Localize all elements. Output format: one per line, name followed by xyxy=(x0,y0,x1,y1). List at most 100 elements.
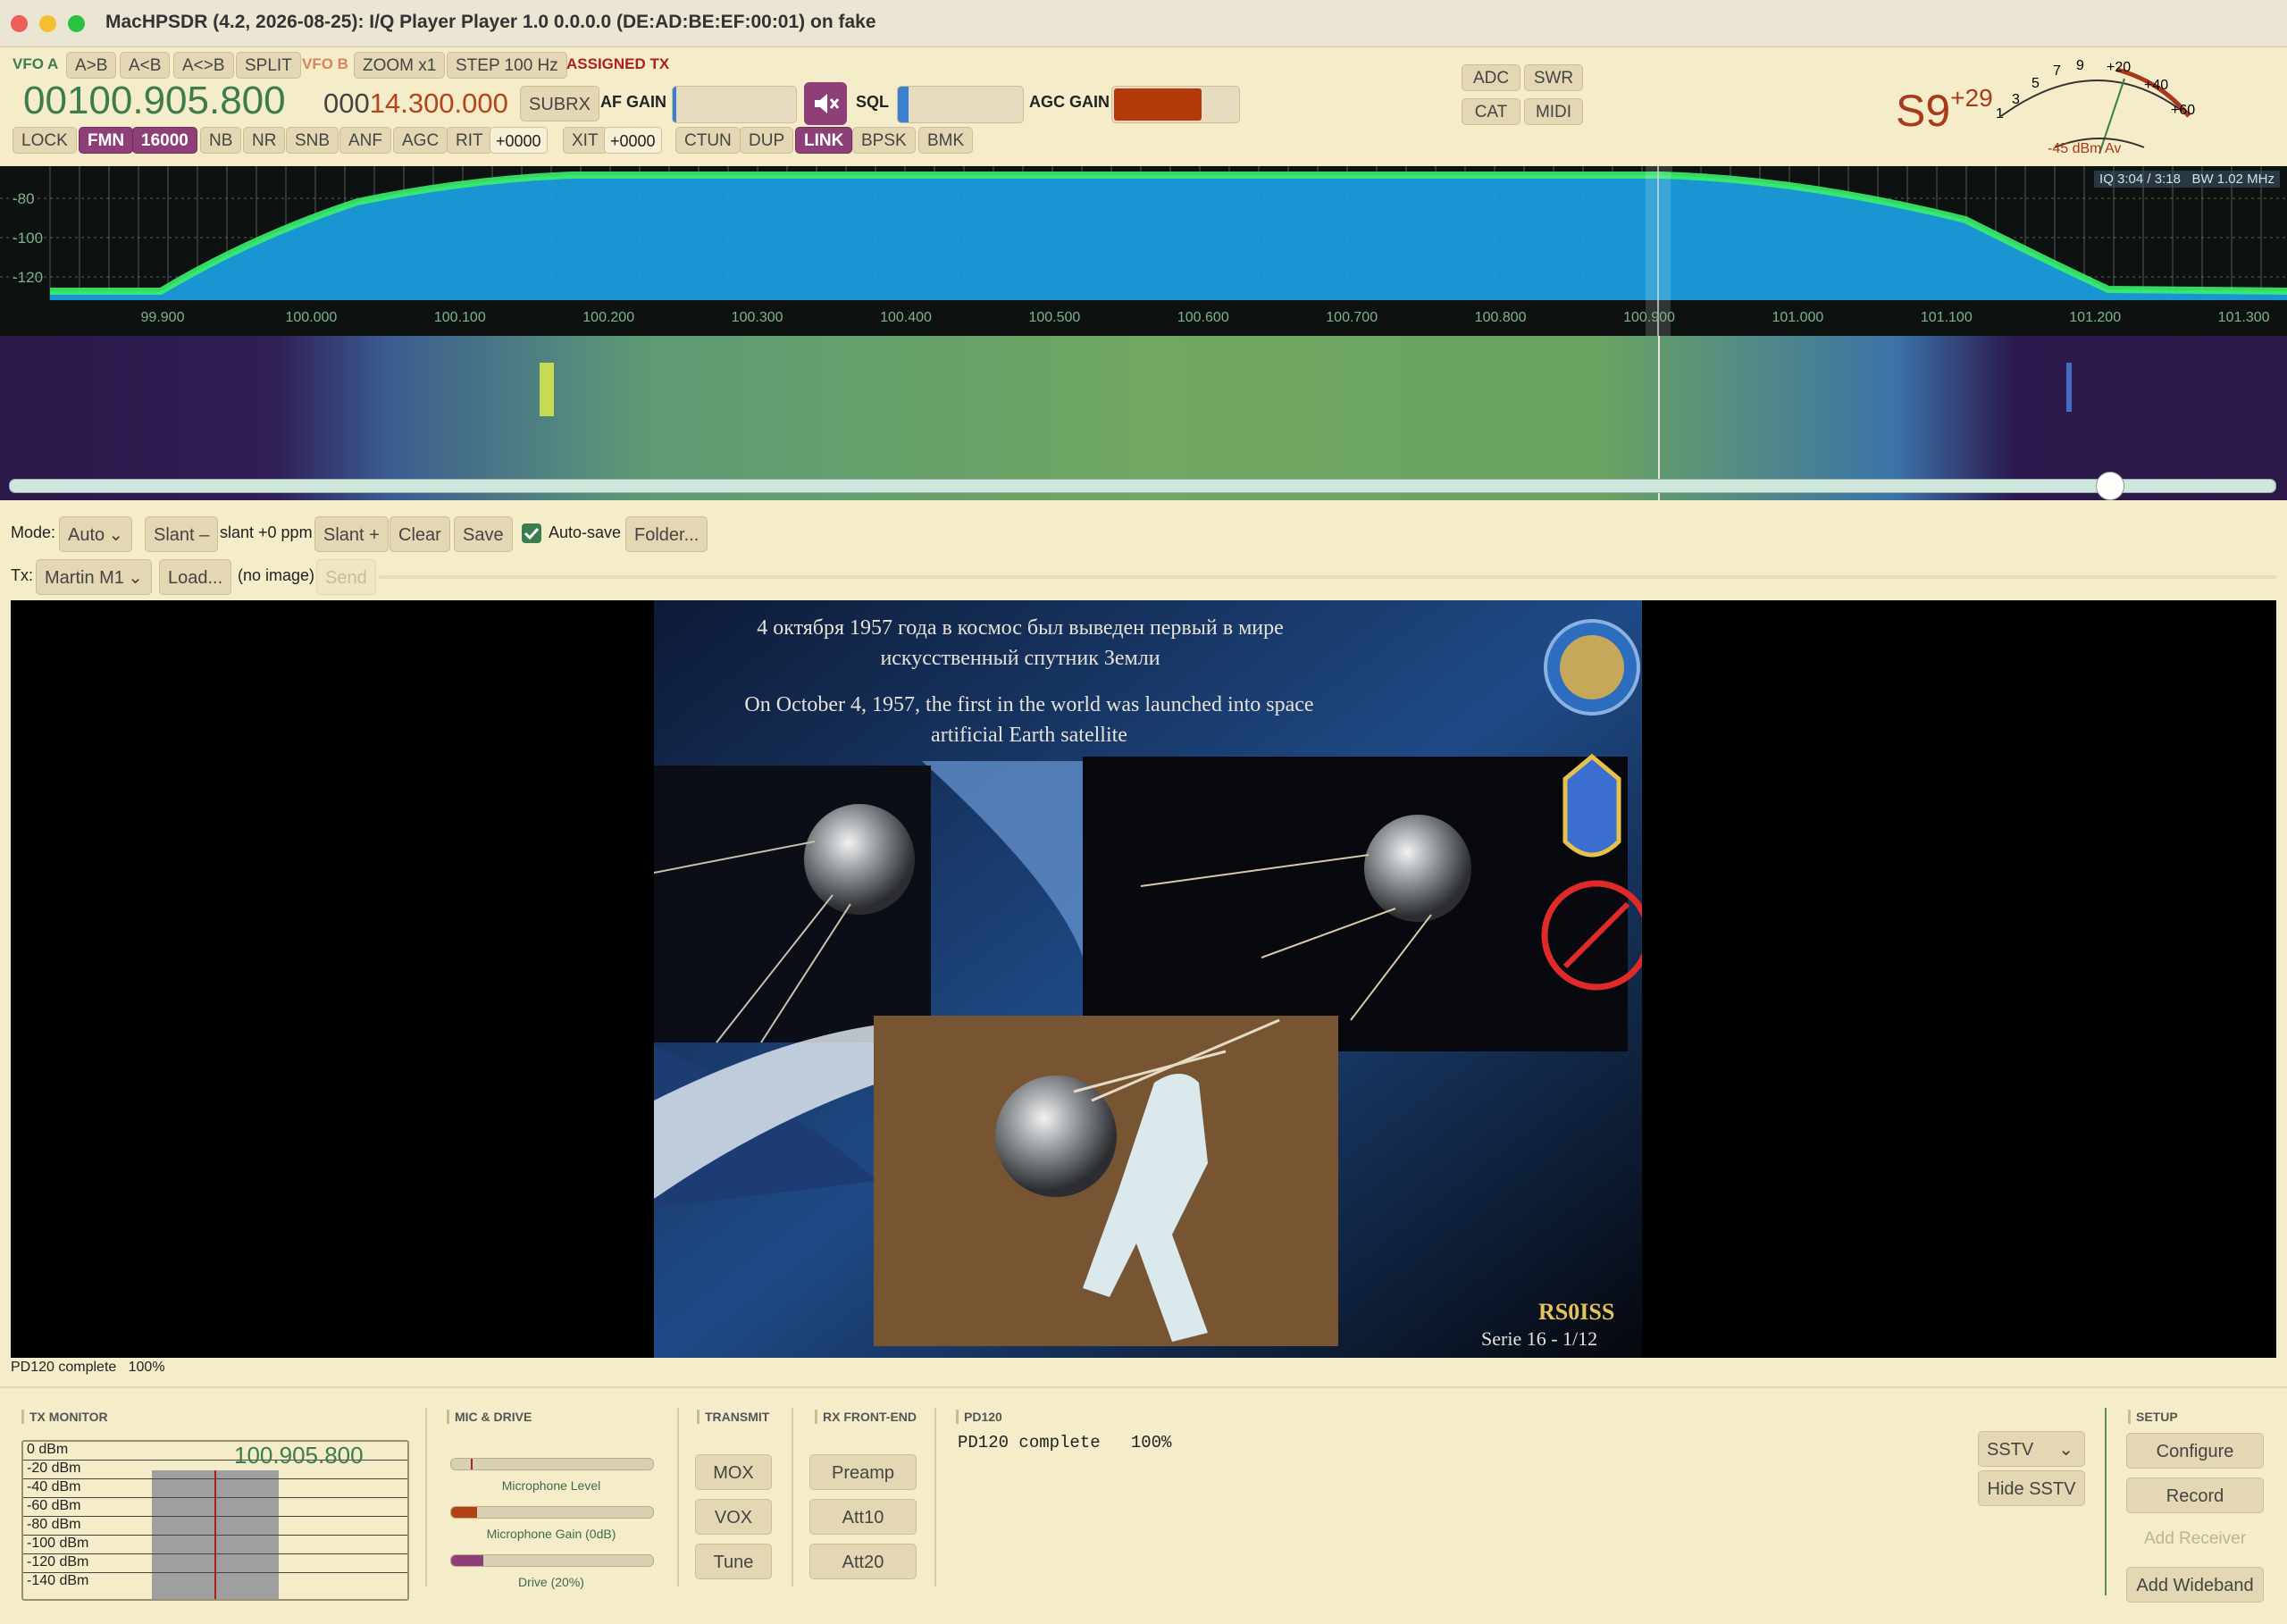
a-swap-b-button[interactable]: A<>B xyxy=(173,52,234,79)
agc-button[interactable]: AGC xyxy=(393,127,448,154)
level-row: -100 dBm xyxy=(23,1536,407,1554)
agc-gain-fill xyxy=(1114,88,1202,121)
frequency-label: 101.300 xyxy=(2218,310,2270,325)
level-row: -60 dBm xyxy=(23,1498,407,1517)
frequency-label: 100.400 xyxy=(880,310,932,325)
link-button[interactable]: LINK xyxy=(795,127,853,154)
swr-button[interactable]: SWR xyxy=(1524,64,1583,91)
lock-button[interactable]: LOCK xyxy=(13,127,77,154)
mic-level-marker xyxy=(471,1459,473,1469)
chevron-down-icon: ⌄ xyxy=(128,568,143,588)
minimize-window-button[interactable] xyxy=(39,15,56,32)
configure-button[interactable]: Configure xyxy=(2126,1433,2264,1469)
vfo-b-frequency[interactable]: 00014.300.000 xyxy=(323,88,508,120)
mic-level-slider[interactable] xyxy=(450,1458,654,1470)
mic-level-label: Microphone Level xyxy=(501,1478,601,1493)
frequency-label: 101.100 xyxy=(1921,310,1973,325)
sql-fill xyxy=(898,87,909,122)
anf-button[interactable]: ANF xyxy=(339,127,391,154)
zoom-button[interactable]: ZOOM x1 xyxy=(354,52,446,79)
save-button[interactable]: Save xyxy=(454,516,513,552)
waterfall[interactable] xyxy=(0,336,2287,500)
panadapter[interactable]: -80 -100 -120 99.900 100.000 100.100 100.200 10… xyxy=(0,166,2287,336)
s-meter-value: S9+29 xyxy=(1896,84,1993,136)
filter-bw-button[interactable]: 16000 xyxy=(132,127,197,154)
tx-monitor-frequency: 100.905.800 xyxy=(234,1442,364,1469)
db-label: -80 xyxy=(13,190,35,207)
image-caption-russian: 4 октября 1957 года в космос был выведен… xyxy=(757,616,1284,670)
adc-button[interactable]: ADC xyxy=(1462,64,1520,91)
send-button[interactable]: Send xyxy=(316,559,376,595)
mute-button[interactable] xyxy=(804,82,847,125)
close-window-button[interactable] xyxy=(11,15,28,32)
att20-button[interactable]: Att20 xyxy=(809,1544,917,1579)
split-button[interactable]: SPLIT xyxy=(236,52,301,79)
waterfall-cursor xyxy=(1658,336,1660,500)
bpsk-button[interactable]: BPSK xyxy=(852,127,916,154)
level-row: -40 dBm xyxy=(23,1479,407,1498)
sql-label: SQL xyxy=(856,93,890,111)
zoom-window-button[interactable] xyxy=(68,15,85,32)
add-receiver-button[interactable]: Add Receiver xyxy=(2126,1529,2264,1549)
rit-value[interactable]: +0000 xyxy=(490,127,548,154)
waterfall-scroll-track[interactable] xyxy=(9,479,2276,493)
mode-select[interactable]: Auto ⌄ xyxy=(59,516,133,552)
db-label: -120 xyxy=(13,269,43,286)
record-button[interactable]: Record xyxy=(2126,1478,2264,1513)
a-from-b-button[interactable]: A<B xyxy=(120,52,171,79)
tx-monitor-title: TX MONITOR xyxy=(21,1410,108,1424)
level-row: -140 dBm xyxy=(27,1573,89,1588)
decoder-title: PD120 xyxy=(956,1410,1002,1424)
section-divider xyxy=(425,1408,427,1586)
agc-gain-slider[interactable] xyxy=(1111,86,1240,123)
midi-button[interactable]: MIDI xyxy=(1524,98,1583,125)
preamp-button[interactable]: Preamp xyxy=(809,1454,917,1490)
mode-fmn-button[interactable]: FMN xyxy=(79,127,134,154)
mic-drive-title: MIC & DRIVE xyxy=(447,1410,532,1424)
cat-button[interactable]: CAT xyxy=(1462,98,1520,125)
add-wideband-button[interactable]: Add Wideband xyxy=(2126,1567,2264,1603)
af-gain-slider[interactable] xyxy=(672,86,797,123)
mic-gain-slider[interactable] xyxy=(450,1506,654,1519)
s-meter-scale-label: +60 xyxy=(2171,103,2195,118)
folder-button[interactable]: Folder... xyxy=(625,516,708,552)
slant-minus-button[interactable]: Slant – xyxy=(145,516,219,552)
ctun-button[interactable]: CTUN xyxy=(675,127,741,154)
autosave-checkbox[interactable] xyxy=(522,523,541,543)
sql-slider[interactable] xyxy=(897,86,1024,123)
step-button[interactable]: STEP 100 Hz xyxy=(447,52,567,79)
drive-slider[interactable] xyxy=(450,1554,654,1567)
waterfall-scroll-knob[interactable] xyxy=(2096,472,2124,500)
dup-button[interactable]: DUP xyxy=(740,127,794,154)
xit-value[interactable]: +0000 xyxy=(604,127,662,154)
image-callsign: RS0ISS xyxy=(1538,1299,1615,1325)
vfo-b-label: VFO B xyxy=(302,55,348,72)
image-caption-english: On October 4, 1957, the first in the wor… xyxy=(744,693,1314,747)
a-to-b-button[interactable]: A>B xyxy=(66,52,117,79)
vfo-a-frequency[interactable]: 00100.905.800 xyxy=(23,79,286,123)
waterfall-signal-trace xyxy=(540,363,554,416)
tx-mode-select[interactable]: Martin M1 ⌄ xyxy=(36,559,152,595)
section-divider xyxy=(2105,1408,2107,1595)
frequency-label: 100.100 xyxy=(434,310,486,325)
slant-plus-button[interactable]: Slant + xyxy=(314,516,389,552)
clear-button[interactable]: Clear xyxy=(390,516,450,552)
image-serie: Serie 16 - 1/12 xyxy=(1481,1327,1598,1350)
rit-button[interactable]: RIT xyxy=(447,127,492,154)
s-meter-scale-label: 1 xyxy=(1996,106,2004,121)
tune-button[interactable]: Tune xyxy=(695,1544,772,1579)
snb-button[interactable]: SNB xyxy=(286,127,339,154)
bmk-button[interactable]: BMK xyxy=(918,127,974,154)
speaker-muted-icon xyxy=(815,94,840,113)
xit-button[interactable]: XIT xyxy=(563,127,607,154)
att10-button[interactable]: Att10 xyxy=(809,1499,917,1535)
load-button[interactable]: Load... xyxy=(159,559,232,595)
nb-button[interactable]: NB xyxy=(200,127,242,154)
sstv-panel-select[interactable]: SSTV ⌄ xyxy=(1978,1431,2085,1467)
frequency-label: 101.200 xyxy=(2069,310,2121,325)
vox-button[interactable]: VOX xyxy=(695,1499,772,1535)
nr-button[interactable]: NR xyxy=(243,127,286,154)
hide-sstv-button[interactable]: Hide SSTV xyxy=(1978,1470,2085,1506)
mox-button[interactable]: MOX xyxy=(695,1454,772,1490)
subrx-button[interactable]: SUBRX xyxy=(520,86,599,121)
